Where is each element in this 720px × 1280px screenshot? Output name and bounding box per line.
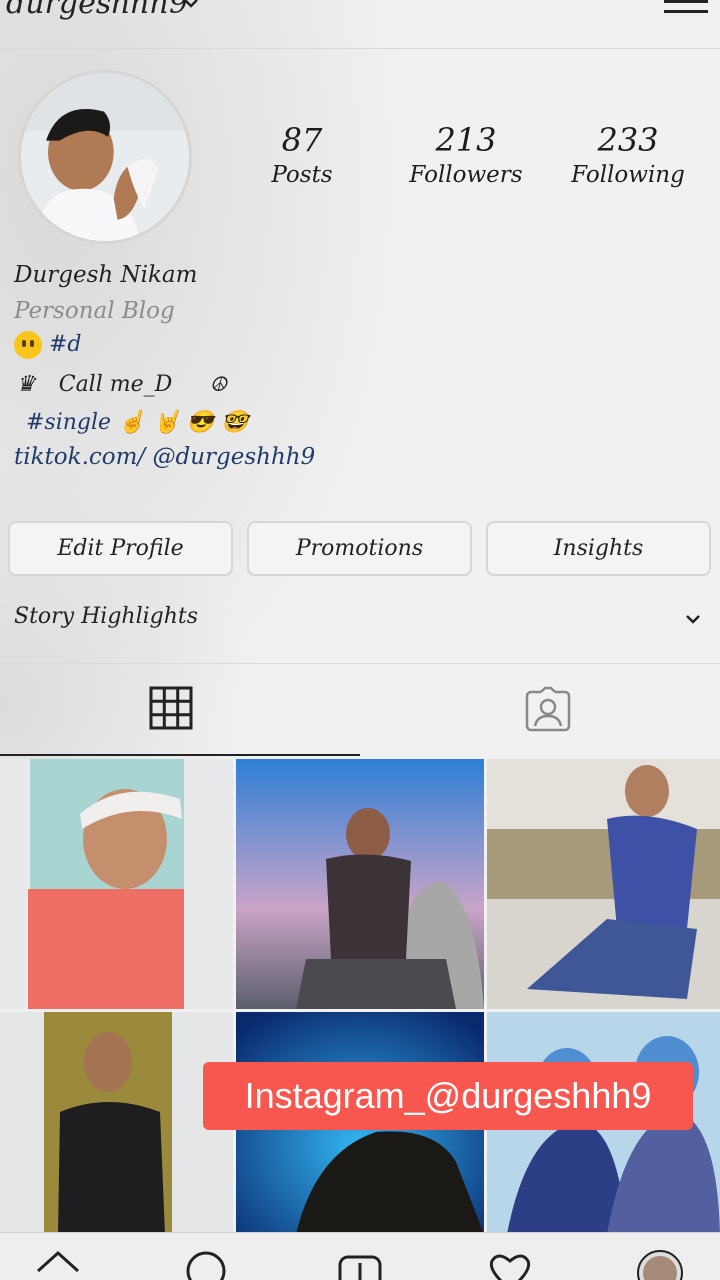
- followers-label: Followers: [409, 162, 523, 188]
- story-highlights-label: Story Highlights: [14, 604, 199, 629]
- bio-hashtag[interactable]: #d: [49, 332, 82, 357]
- story-highlights-row[interactable]: Story Highlights: [0, 596, 720, 648]
- profile-name: Durgesh Nikam: [14, 262, 198, 288]
- post-thumbnail[interactable]: [0, 759, 233, 1009]
- chevron-down-icon[interactable]: [182, 0, 200, 12]
- edit-profile-button[interactable]: Edit Profile: [8, 521, 233, 576]
- profile-page: durgeshhh9 87 Posts 213 Followers 233 Fo…: [0, 0, 720, 1280]
- username-title[interactable]: durgeshhh9: [6, 0, 188, 21]
- heart-icon[interactable]: [486, 1249, 534, 1280]
- profile-icon[interactable]: [636, 1249, 684, 1280]
- tagged-person-icon: [525, 686, 571, 732]
- chevron-down-icon[interactable]: [684, 610, 702, 628]
- promotions-button[interactable]: Promotions: [247, 521, 472, 576]
- bio-callme: Call me_D: [58, 372, 173, 397]
- following-count: 233: [597, 121, 659, 159]
- stat-posts[interactable]: 87 Posts: [232, 120, 372, 190]
- peace-icon: ☮: [209, 372, 228, 396]
- home-icon[interactable]: [34, 1249, 82, 1280]
- crown-icon: ♛: [16, 372, 36, 397]
- watermark-label: Instagram_@durgeshhh9: [203, 1062, 693, 1130]
- followers-count: 213: [435, 121, 497, 159]
- grid-icon: [149, 686, 193, 730]
- insights-button[interactable]: Insights: [486, 521, 711, 576]
- top-bar: durgeshhh9: [0, 0, 720, 49]
- bio-line-2: ♛ Call me_D ☮: [16, 372, 227, 397]
- profile-category: Personal Blog: [14, 298, 175, 324]
- post-thumbnail[interactable]: [236, 759, 484, 1009]
- stat-followers[interactable]: 213 Followers: [396, 120, 536, 190]
- stat-following[interactable]: 233 Following: [558, 120, 698, 190]
- hamburger-menu-icon[interactable]: [664, 0, 708, 22]
- following-label: Following: [571, 162, 685, 188]
- add-post-icon[interactable]: [336, 1249, 384, 1280]
- posts-label: Posts: [271, 162, 333, 188]
- post-thumbnail[interactable]: [487, 759, 720, 1009]
- profile-avatar[interactable]: [18, 70, 192, 244]
- bio-line-3[interactable]: #single ☝ 🤘 😎 🤓: [26, 410, 249, 435]
- neutral-face-icon: [14, 331, 42, 359]
- search-icon[interactable]: [182, 1249, 230, 1280]
- bottom-navigation: [0, 1232, 720, 1280]
- posts-count: 87: [281, 121, 323, 159]
- profile-link[interactable]: tiktok.com/ @durgeshhh9: [14, 444, 315, 470]
- bio-line-1: #d: [14, 331, 82, 359]
- post-thumbnail[interactable]: [0, 1012, 233, 1234]
- tab-tagged[interactable]: [360, 664, 720, 754]
- tab-grid[interactable]: [0, 664, 360, 756]
